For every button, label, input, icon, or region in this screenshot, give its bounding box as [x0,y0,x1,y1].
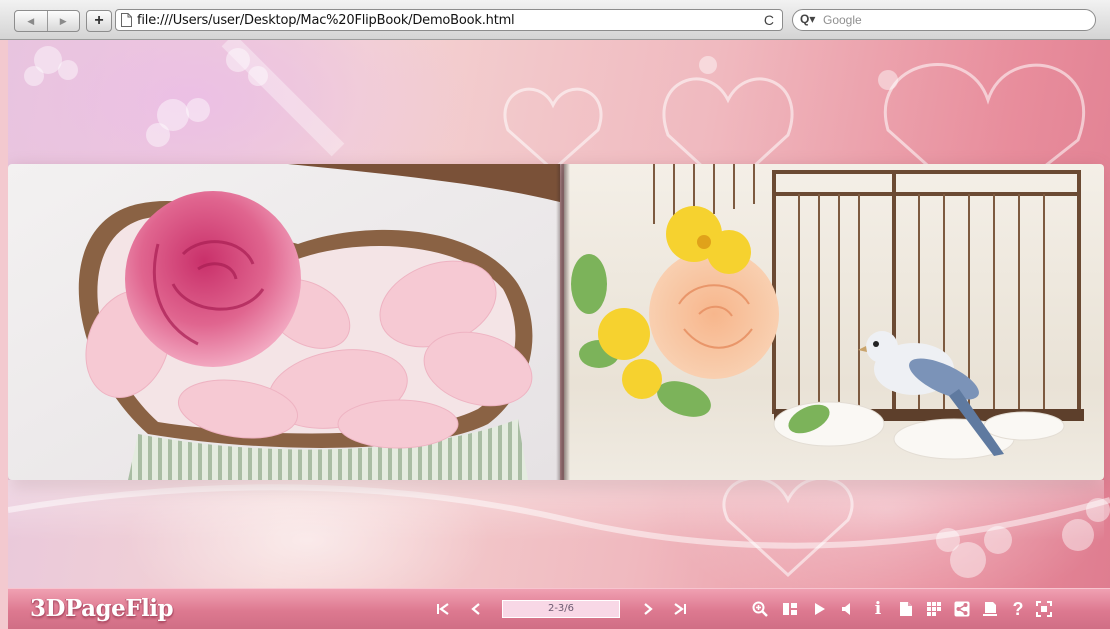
help-icon[interactable]: ? [1008,599,1028,619]
search-box[interactable]: Q▾ [792,9,1096,31]
autoplay-icon[interactable] [810,599,830,619]
flipbook-toolbar: 3DPageFlip 2-3/6 i ? [8,588,1110,629]
url-text: file:///Users/user/Desktop/Mac%20FlipBoo… [137,13,515,28]
page-number-field[interactable]: 2-3/6 [502,600,620,618]
address-bar[interactable]: file:///Users/user/Desktop/Mac%20FlipBoo… [115,9,783,31]
zoom-in-icon[interactable] [750,599,770,619]
search-icon[interactable]: Q▾ [800,12,815,26]
right-page[interactable] [564,164,1104,480]
fullscreen-icon[interactable] [1034,599,1054,619]
grid-icon[interactable] [924,599,944,619]
flipbook-stage [8,40,1110,588]
first-page-icon[interactable] [433,599,453,619]
thumbnails-icon[interactable] [780,599,800,619]
history-nav-group: ◀ ▶ [14,10,80,32]
download-icon[interactable] [980,599,1000,619]
left-page-photo [8,164,560,480]
back-arrow-icon[interactable]: ◀ [15,11,47,31]
left-page[interactable] [8,164,560,480]
browser-toolbar: ◀ ▶ + file:///Users/user/Desktop/Mac%20F… [0,0,1110,40]
book-reflection [8,480,1104,540]
last-page-icon[interactable] [670,599,690,619]
previous-page-icon[interactable] [466,599,486,619]
brand-logo: 3DPageFlip [30,595,174,622]
info-icon[interactable]: i [868,599,888,619]
page-icon [121,13,132,27]
add-bookmark-button[interactable]: + [86,10,112,32]
right-page-photo [564,164,1104,480]
print-icon[interactable] [896,599,916,619]
sound-icon[interactable] [838,599,858,619]
book-spine [556,164,570,480]
reload-icon[interactable]: C [764,12,774,28]
share-icon[interactable] [952,599,972,619]
forward-arrow-icon[interactable]: ▶ [46,11,80,31]
search-input[interactable] [823,12,1083,28]
next-page-icon[interactable] [638,599,658,619]
